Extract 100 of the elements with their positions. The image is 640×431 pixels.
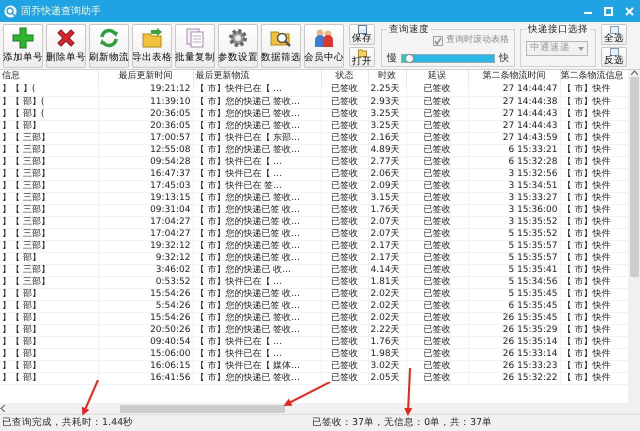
column-header[interactable]: 最后更新时间 xyxy=(98,70,193,84)
table-cell: 已签收 xyxy=(321,312,368,324)
table-cell: 3 15:33:27 xyxy=(468,192,560,204)
toolbar-button[interactable]: 打开 xyxy=(349,46,375,67)
table-cell: 【 市】您的快递已签 收... xyxy=(193,252,321,264)
table-cell: 5 15:34:56 xyxy=(468,276,560,288)
select-button[interactable]: 反选 xyxy=(601,46,627,67)
toolbar-button[interactable]: 删除单号 xyxy=(46,24,86,68)
table-cell: 已签收 xyxy=(321,324,368,336)
table-cell: 【 市】您的快递已 收... xyxy=(193,264,321,276)
column-header[interactable]: 第二条物流时间 xyxy=(468,70,560,84)
column-header[interactable]: 最后更新物流 xyxy=(193,70,321,84)
table-cell: 已签收 xyxy=(406,132,468,144)
table-cell: 5:54:26 xyxy=(98,300,193,312)
table-cell: 3 15:36:00 xyxy=(468,204,560,216)
table-cell: 2.05天 xyxy=(368,372,406,384)
table-cell: 已签收 xyxy=(406,300,468,312)
table-cell: 20:50:26 xyxy=(98,324,193,336)
column-header[interactable]: 信息 xyxy=(0,70,98,84)
table-cell: 2.06天 xyxy=(368,168,406,180)
table-cell: 已签收 xyxy=(321,180,368,192)
table-cell: 】【 部】 xyxy=(0,324,98,336)
table-cell: 【 市】快件已在【 ... xyxy=(193,156,321,168)
toolbar-button[interactable]: 数据筛选 xyxy=(261,24,301,68)
table-cell: 已签收 xyxy=(321,144,368,156)
table-cell: 已签收 xyxy=(406,144,468,156)
select-button[interactable]: 全选 xyxy=(601,24,627,44)
column-header[interactable]: 时效 xyxy=(368,70,406,84)
table-cell: 2.07天 xyxy=(368,228,406,240)
table-cell: 已签收 xyxy=(406,180,468,192)
table-cell: 15:54:26 xyxy=(98,288,193,300)
table-cell: 已签收 xyxy=(406,276,468,288)
window-icon xyxy=(610,48,618,56)
table-cell: 2.17天 xyxy=(368,240,406,252)
close-icon xyxy=(55,26,77,49)
table-cell: 19:21:12 xyxy=(98,84,193,96)
table-cell: 已签收 xyxy=(321,216,368,228)
table-cell: 】【 部】 xyxy=(0,120,98,132)
table-cell: 】【 部】( xyxy=(0,108,98,120)
slider-thumb[interactable] xyxy=(404,54,414,62)
table-cell: 27 14:44:47 xyxy=(468,84,560,96)
table-cell: 】【 三部】 xyxy=(0,168,98,180)
table-cell: 】【 部】 xyxy=(0,348,98,360)
table-cell: 6 15:35:45 xyxy=(468,300,560,312)
table-cell: 2.16天 xyxy=(368,132,406,144)
table-cell: 2.02天 xyxy=(368,312,406,324)
table-cell: 已签收 xyxy=(406,264,468,276)
table-cell: 3.15天 xyxy=(368,192,406,204)
toolbar-button[interactable]: 添加单号 xyxy=(3,24,43,68)
table-cell: 已签收 xyxy=(406,360,468,372)
table-cell: 26 15:35:45 xyxy=(468,312,560,324)
table-cell: 【 市】您的快递已签 收... xyxy=(193,288,321,300)
table-cell: 9:32:12 xyxy=(98,252,193,264)
table-cell: 0:53:52 xyxy=(98,276,193,288)
refresh-icon xyxy=(98,26,120,49)
table-cell: 已签收 xyxy=(321,204,368,216)
people-icon xyxy=(313,26,335,49)
table-cell: 】【 】( xyxy=(0,84,98,96)
table-cell: 已签收 xyxy=(406,216,468,228)
table-cell: 11:39:10 xyxy=(98,96,193,108)
caret-icon xyxy=(578,46,584,50)
toolbar-button[interactable]: 导出表格 xyxy=(132,24,172,68)
table-cell: 已签收 xyxy=(406,312,468,324)
table-cell: 【 市】快件已在【 ... xyxy=(193,168,321,180)
app-icon xyxy=(4,4,17,18)
toolbar-button[interactable]: 批量复制 xyxy=(175,24,215,68)
table-cell: 【 市】您的快递已 签收... xyxy=(193,120,321,132)
table-cell: 【 市】快件已在【 ... xyxy=(193,84,321,96)
table-cell: 】【 部】 xyxy=(0,360,98,372)
table-cell: 27 14:44:43 xyxy=(468,108,560,120)
table-cell: 已签收 xyxy=(406,84,468,96)
table-cell: 】【 三部】 xyxy=(0,228,98,240)
table-cell: 】【 三部】 xyxy=(0,192,98,204)
table-cell: 5 15:35:57 xyxy=(468,240,560,252)
slow-label: 慢 xyxy=(387,52,397,66)
toolbar-button[interactable]: 保存 xyxy=(349,24,375,44)
table-cell: 【 市】快件已在【 媒体... xyxy=(193,360,321,372)
column-header[interactable]: 延误 xyxy=(406,70,468,84)
table-cell: 16:47:37 xyxy=(98,168,193,180)
table-cell: 】【 部】( xyxy=(0,96,98,108)
table-cell: 19:32:12 xyxy=(98,240,193,252)
vertical-scrollbar[interactable] xyxy=(628,70,640,403)
table-cell: 已签收 xyxy=(406,168,468,180)
column-header[interactable]: 状态 xyxy=(321,70,368,84)
toolbar-button[interactable]: 会员中心 xyxy=(304,24,344,68)
maximize-button[interactable] xyxy=(602,4,616,18)
table-cell: 1.98天 xyxy=(368,348,406,360)
table-cell: 】【 三部】 xyxy=(0,156,98,168)
table-cell: 3 15:32:56 xyxy=(468,168,560,180)
table-cell: 【 市】您的快递已 签收... xyxy=(193,144,321,156)
table-cell: 2.77天 xyxy=(368,156,406,168)
maximize-icon xyxy=(604,6,613,16)
toolbar-button[interactable]: 刷新物流 xyxy=(89,24,129,68)
toolbar-button[interactable]: 参数设置 xyxy=(218,24,258,68)
table-cell: 17:00:57 xyxy=(98,132,193,144)
table-cell: 已签收 xyxy=(406,156,468,168)
table-cell: 16:06:15 xyxy=(98,360,193,372)
window-title: 固乔快递查询助手 xyxy=(21,4,101,18)
scroll-left-icon xyxy=(0,405,5,412)
table-cell: 2.07天 xyxy=(368,216,406,228)
